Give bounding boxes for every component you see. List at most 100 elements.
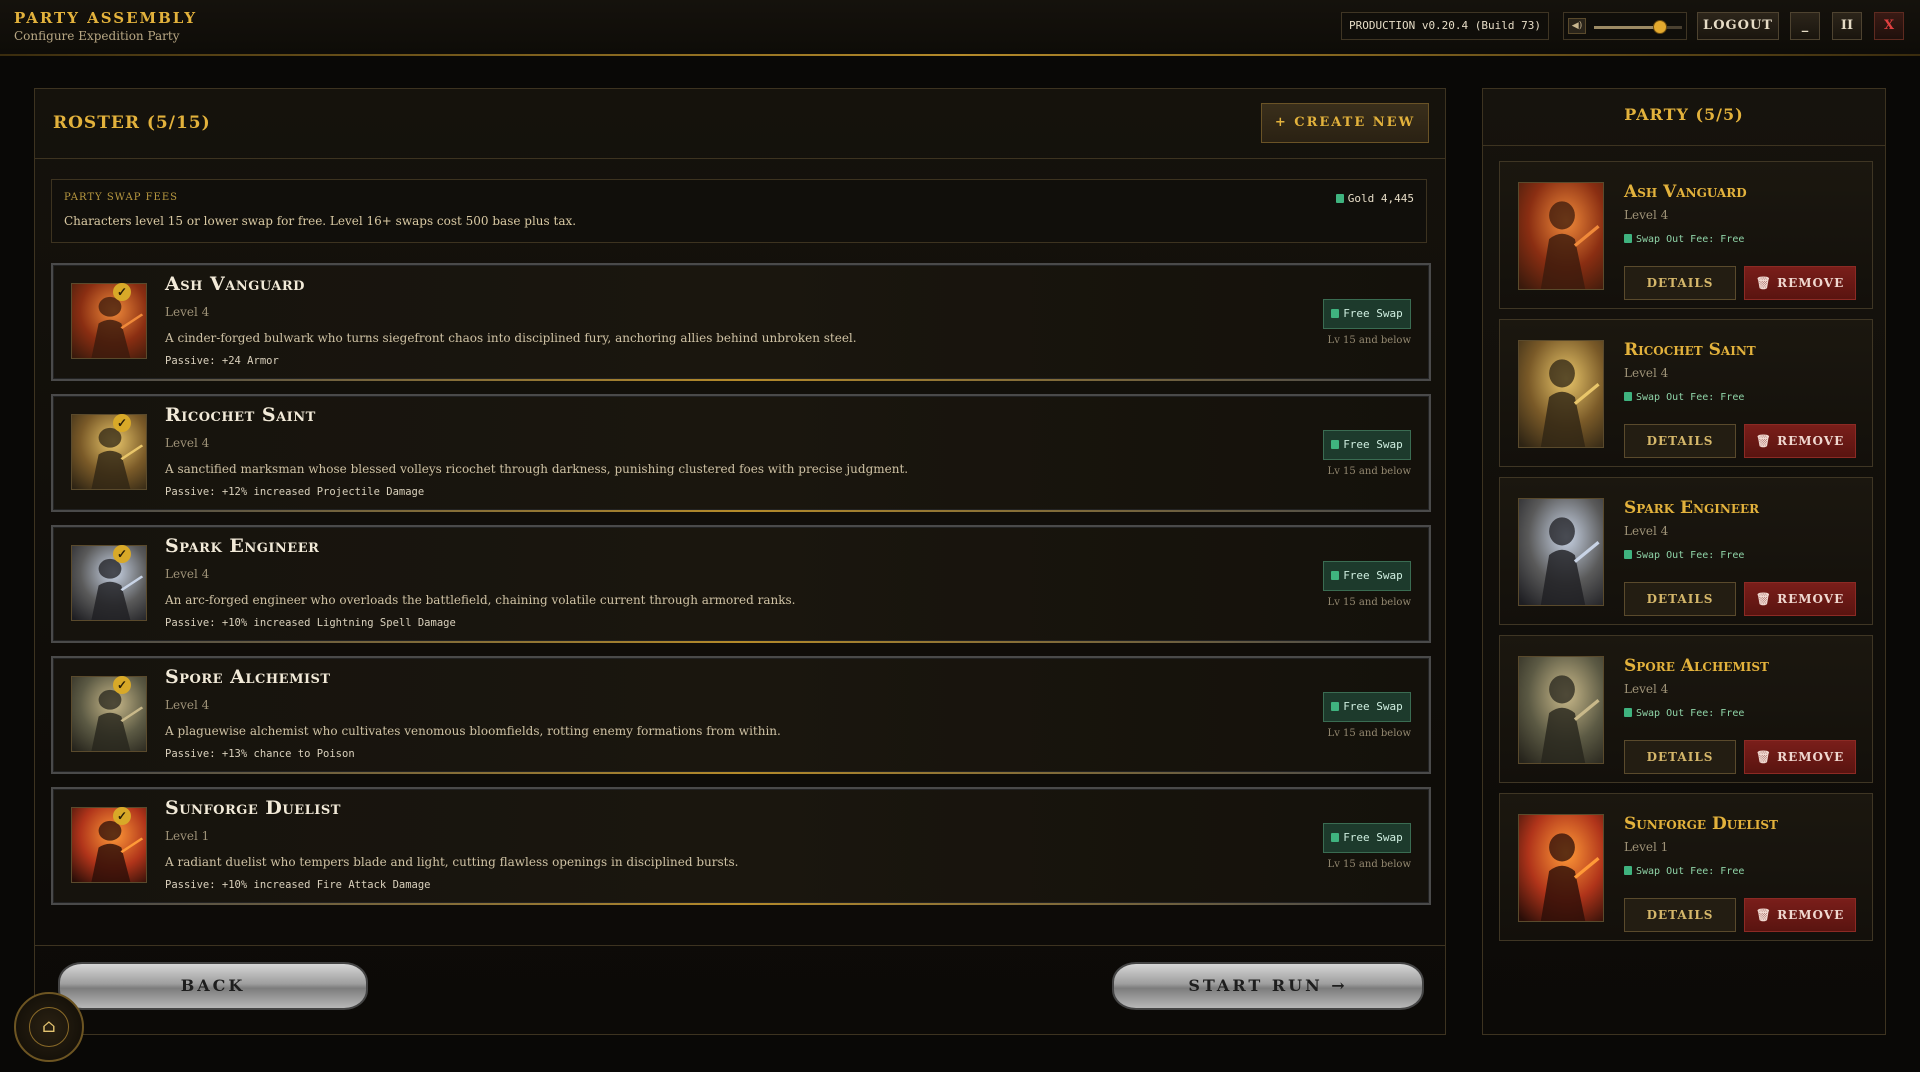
trash-icon: 🗑	[1755, 750, 1778, 764]
swap-requirement: Lv 15 and below	[1327, 597, 1411, 608]
free-swap-label: Free Swap	[1343, 569, 1403, 582]
member-name: Sunforge Duelist	[1624, 814, 1778, 834]
roster-card[interactable]: ✓ Ash Vanguard Level 4 A cinder-forged b…	[51, 263, 1431, 381]
trash-icon: 🗑	[1755, 276, 1778, 290]
start-run-button[interactable]: START RUN →	[1112, 962, 1424, 1010]
swap-requirement: Lv 15 and below	[1327, 728, 1411, 739]
swap-out-fee: Swap Out Fee: Free	[1624, 392, 1744, 403]
remove-button[interactable]: 🗑 REMOVE	[1744, 266, 1856, 300]
coin-icon	[1624, 550, 1632, 559]
remove-label: REMOVE	[1777, 592, 1845, 606]
character-passive: Passive: +13% chance to Poison	[165, 748, 355, 760]
speaker-icon[interactable]: ◀)	[1568, 18, 1586, 34]
coin-icon	[1331, 571, 1340, 580]
check-icon: ✓	[113, 676, 131, 694]
check-icon: ✓	[113, 283, 131, 301]
remove-label: REMOVE	[1777, 434, 1845, 448]
character-passive: Passive: +10% increased Fire Attack Dama…	[165, 879, 431, 891]
coin-icon	[1331, 440, 1340, 449]
top-bar: PARTY ASSEMBLY Configure Expedition Part…	[0, 0, 1920, 56]
trash-icon: 🗑	[1755, 592, 1778, 606]
character-description: A plaguewise alchemist who cultivates ve…	[165, 724, 781, 738]
character-description: A radiant duelist who tempers blade and …	[165, 855, 739, 869]
roster-card[interactable]: ✓ Sunforge Duelist Level 1 A radiant due…	[51, 787, 1431, 905]
swap-out-fee: Swap Out Fee: Free	[1624, 550, 1744, 561]
volume-control[interactable]: ◀)	[1563, 12, 1687, 40]
member-portrait	[1518, 182, 1604, 290]
swap-fees-label: PARTY SWAP FEES	[64, 192, 178, 203]
member-portrait	[1518, 498, 1604, 606]
free-swap-label: Free Swap	[1343, 831, 1403, 844]
member-name: Ash Vanguard	[1624, 182, 1747, 202]
coin-icon	[1624, 234, 1632, 243]
remove-button[interactable]: 🗑 REMOVE	[1744, 898, 1856, 932]
coin-icon	[1335, 194, 1344, 203]
back-button[interactable]: BACK	[58, 962, 368, 1010]
member-level: Level 4	[1624, 208, 1669, 222]
create-new-button[interactable]: + CREATE NEW	[1261, 103, 1429, 143]
remove-button[interactable]: 🗑 REMOVE	[1744, 424, 1856, 458]
character-portrait	[71, 676, 147, 752]
pause-button[interactable]: II	[1832, 12, 1862, 40]
codex-button[interactable]: ⌂	[14, 992, 84, 1062]
member-portrait	[1518, 656, 1604, 764]
character-passive: Passive: +10% increased Lightning Spell …	[165, 617, 456, 629]
details-button[interactable]: DETAILS	[1624, 898, 1736, 932]
coin-icon	[1624, 866, 1632, 875]
roster-card[interactable]: ✓ Spark Engineer Level 4 An arc-forged e…	[51, 525, 1431, 643]
roster-card[interactable]: ✓ Ricochet Saint Level 4 A sanctified ma…	[51, 394, 1431, 512]
member-name: Spore Alchemist	[1624, 656, 1769, 676]
remove-button[interactable]: 🗑 REMOVE	[1744, 582, 1856, 616]
member-portrait	[1518, 814, 1604, 922]
character-description: An arc-forged engineer who overloads the…	[165, 593, 796, 607]
character-name: Spore Alchemist	[165, 666, 331, 688]
swap-requirement: Lv 15 and below	[1327, 335, 1411, 346]
details-button[interactable]: DETAILS	[1624, 266, 1736, 300]
swap-fees-box: PARTY SWAP FEES Characters level 15 or l…	[51, 179, 1427, 243]
member-level: Level 4	[1624, 366, 1669, 380]
swap-requirement: Lv 15 and below	[1327, 859, 1411, 870]
remove-button[interactable]: 🗑 REMOVE	[1744, 740, 1856, 774]
swap-out-fee-label: Swap Out Fee: Free	[1636, 866, 1745, 877]
party-member-card: Spark Engineer Level 4 Swap Out Fee: Fre…	[1499, 477, 1873, 625]
swap-out-fee-label: Swap Out Fee: Free	[1636, 392, 1745, 403]
member-level: Level 1	[1624, 840, 1669, 854]
party-member-card: Ash Vanguard Level 4 Swap Out Fee: Free …	[1499, 161, 1873, 309]
party-member-card: Ricochet Saint Level 4 Swap Out Fee: Fre…	[1499, 319, 1873, 467]
close-button[interactable]: X	[1874, 12, 1904, 40]
volume-fill	[1594, 26, 1660, 29]
free-swap-badge: Free Swap	[1323, 430, 1411, 460]
details-button[interactable]: DETAILS	[1624, 740, 1736, 774]
character-passive: Passive: +24 Armor	[165, 355, 279, 367]
character-name: Spark Engineer	[165, 535, 320, 557]
gold-amount-value: Gold 4,445	[1347, 192, 1414, 205]
character-portrait	[71, 283, 147, 359]
character-level: Level 4	[165, 698, 210, 712]
free-swap-badge: Free Swap	[1323, 299, 1411, 329]
character-passive: Passive: +12% increased Projectile Damag…	[165, 486, 425, 498]
details-button[interactable]: DETAILS	[1624, 582, 1736, 616]
codex-icon: ⌂	[29, 1007, 69, 1047]
character-name: Ash Vanguard	[165, 273, 305, 295]
volume-knob[interactable]	[1653, 20, 1667, 34]
logout-button[interactable]: LOGOUT	[1697, 12, 1779, 40]
free-swap-label: Free Swap	[1343, 438, 1403, 451]
character-name: Ricochet Saint	[165, 404, 316, 426]
swap-out-fee: Swap Out Fee: Free	[1624, 708, 1744, 719]
coin-icon	[1331, 702, 1340, 711]
volume-slider[interactable]	[1594, 20, 1682, 34]
coin-icon	[1624, 392, 1632, 401]
details-button[interactable]: DETAILS	[1624, 424, 1736, 458]
coin-icon	[1331, 309, 1340, 318]
free-swap-badge: Free Swap	[1323, 823, 1411, 853]
roster-card[interactable]: ✓ Spore Alchemist Level 4 A plaguewise a…	[51, 656, 1431, 774]
roster-divider	[35, 945, 1445, 946]
roster-panel: ROSTER (5/15) + CREATE NEW PARTY SWAP FE…	[34, 88, 1446, 1035]
party-panel: PARTY (5/5) Ash Vanguard Level 4 Swap Ou…	[1482, 88, 1886, 1035]
swap-out-fee: Swap Out Fee: Free	[1624, 234, 1744, 245]
swap-out-fee: Swap Out Fee: Free	[1624, 866, 1744, 877]
member-name: Ricochet Saint	[1624, 340, 1756, 360]
minimize-button[interactable]: _	[1790, 12, 1820, 40]
character-level: Level 4	[165, 305, 210, 319]
character-portrait	[71, 545, 147, 621]
